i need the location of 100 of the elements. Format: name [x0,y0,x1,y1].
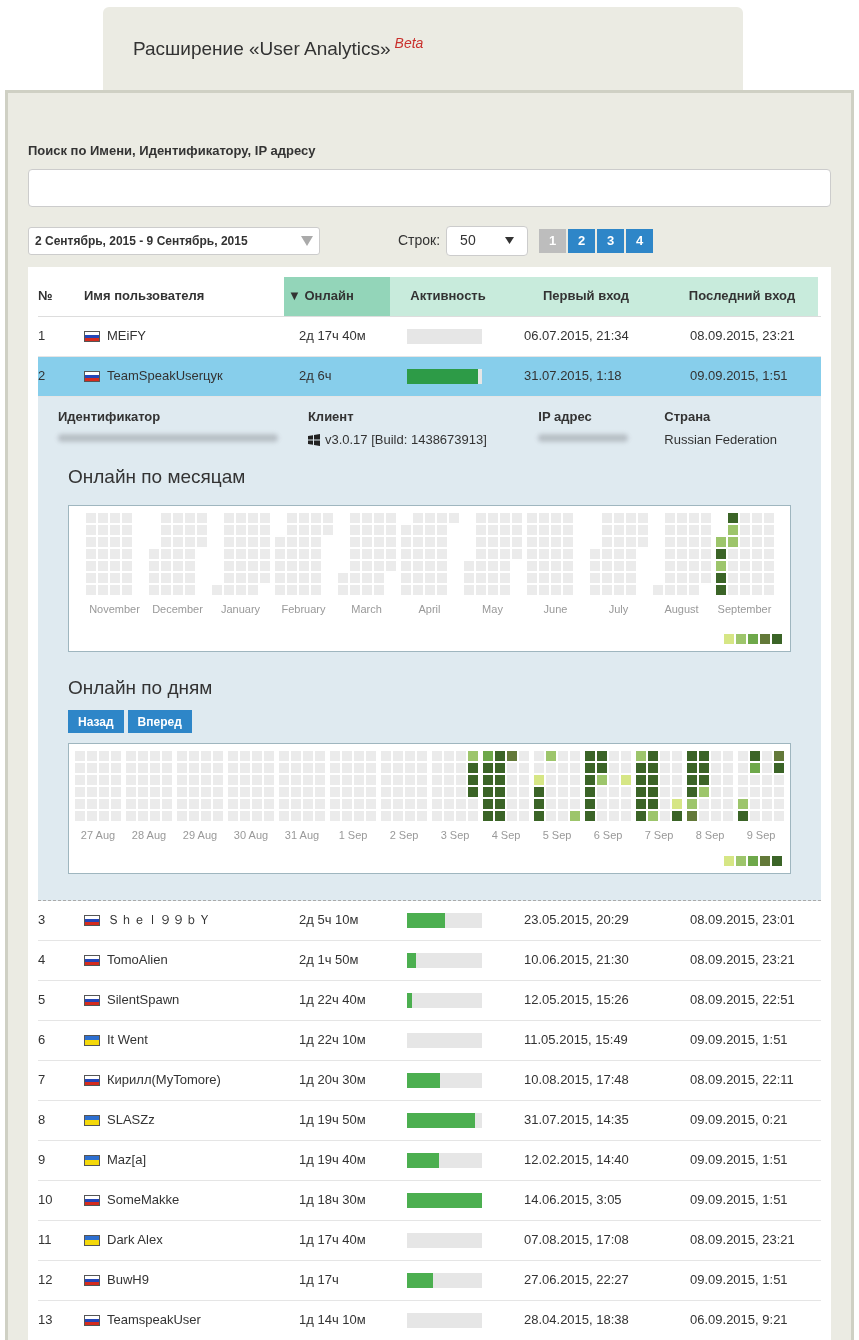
column-header[interactable]: Активность [390,276,506,316]
month-label: August [664,602,699,617]
russia-flag-icon [84,994,100,1006]
row-number: 12 [38,1271,54,1290]
row-number: 9 [38,1151,47,1170]
client-version: v3.0.17 [Build: 1438673913] [324,431,487,449]
first-login: 28.04.2015, 18:38 [523,1311,630,1330]
user-name: TeamSpeakUserцук [107,367,223,386]
column-header[interactable]: Последний вход [666,276,818,316]
online-time: 2д 6ч [298,367,333,386]
russia-flag-icon [84,1074,100,1086]
user-name: BuwH9 [107,1271,149,1290]
forward-button[interactable]: Вперед [127,710,192,733]
day-heatmap-drawing [687,751,733,821]
row-number: 1 [38,327,47,346]
day-label: 5 Sep [542,828,572,843]
field-label: Страна [664,407,712,426]
user-name: TomoAlien [107,951,168,970]
day-heatmap-drawing [483,751,529,821]
day-label: 1 Sep [338,828,368,843]
first-login: 27.06.2015, 22:27 [523,1271,630,1290]
row-number: 8 [38,1111,47,1130]
last-login: 09.09.2015, 1:51 [689,1031,789,1050]
russia-flag-icon [84,954,100,966]
rows-select[interactable]: 50 [446,225,529,256]
row-number: 4 [38,951,47,970]
month-label: May [482,602,503,617]
search-label: Поиск по Имени, Идентификатору, IP адресу [28,142,317,160]
chart-title: Онлайн по месяцам [68,464,247,489]
online-time: 1д 14ч 10м [298,1311,367,1330]
online-time: 1д 17ч 40м [298,1231,367,1250]
legend-drawing [724,855,782,866]
last-login: 08.09.2015, 23:21 [689,1231,796,1250]
last-login: 08.09.2015, 22:11 [689,1071,795,1090]
first-login: 10.06.2015, 21:30 [523,951,630,970]
day-label: 4 Sep [491,828,521,843]
online-time: 1д 20ч 30м [298,1071,367,1090]
first-login: 14.06.2015, 3:05 [523,1191,623,1210]
online-time: 1д 22ч 10м [298,1031,367,1050]
day-label: 28 Aug [131,828,167,843]
user-name: It Went [107,1031,148,1050]
day-label: 6 Sep [593,828,623,843]
last-login: 09.09.2015, 1:51 [689,1191,789,1210]
online-time: 1д 17ч [298,1271,340,1290]
table-row[interactable]: 2 TeamSpeakUserцук 2д 6ч 31.07.2015, 1:18 09.09.2015, 1:51 [38,356,821,397]
user-name: Кирилл(MyTomore) [107,1071,221,1090]
month-label: July [608,602,629,617]
day-label: 8 Sep [695,828,725,843]
user-name: MEiFY [107,327,146,346]
day-label: 31 Aug [284,828,320,843]
online-time: 2д 5ч 10м [298,911,360,930]
russia-flag-icon [84,1314,100,1326]
legend-drawing [724,633,782,644]
column-header[interactable]: Имя пользователя [84,276,284,316]
first-login: 31.07.2015, 1:18 [523,367,623,386]
column-header[interactable]: ▼ Онлайн [284,276,390,316]
windows-logo-icon [307,433,320,446]
row-number: 7 [38,1071,47,1090]
last-login: 08.09.2015, 22:51 [689,991,796,1010]
chart-title: Онлайн по дням [68,675,214,700]
row-number: 10 [38,1191,54,1210]
day-label: 3 Sep [440,828,470,843]
day-heatmap-drawing [585,751,631,821]
column-header[interactable]: Первый вход [506,276,666,316]
month-label: September [717,602,772,617]
user-name: SilentSpawn [107,991,180,1010]
rows-label: Строк: [398,231,441,250]
last-login: 09.09.2015, 1:51 [689,1151,789,1170]
page-button[interactable]: 4 [626,228,654,253]
last-login: 09.09.2015, 1:51 [689,1271,789,1290]
month-label: November [89,602,140,617]
page-title: Расширение «User Analytics» [133,38,391,59]
first-login: 06.07.2015, 21:34 [523,327,630,346]
ukraine-flag-icon [84,1154,100,1166]
day-label: 30 Aug [233,828,269,843]
back-button[interactable]: Назад [68,710,124,733]
russia-flag-icon [84,370,100,382]
russia-flag-icon [84,1274,100,1286]
ukraine-flag-icon [84,1114,100,1126]
column-header[interactable]: № [38,276,84,316]
online-time: 1д 19ч 50м [298,1111,367,1130]
ukraine-flag-icon [84,1034,100,1046]
row-number: 13 [38,1311,54,1330]
day-label: 2 Sep [389,828,419,843]
search-field[interactable] [28,168,831,207]
online-time: 1д 22ч 40м [298,991,367,1010]
day-heatmap-drawing [636,751,682,821]
russia-flag-icon [84,330,100,342]
date-range-picker[interactable]: 2 Сентябрь, 2015 - 9 Сентябрь, 2015 [28,226,320,255]
russia-flag-icon [84,914,100,926]
field-label: Идентификатор [58,407,162,426]
online-time: 1д 18ч 30м [298,1191,367,1210]
first-login: 12.02.2015, 14:40 [523,1151,630,1170]
day-label: 7 Sep [644,828,674,843]
field-label: IP адрес [538,407,593,426]
caret-icon [505,237,515,244]
page-button[interactable]: 2 [568,228,596,253]
page-button[interactable]: 3 [597,228,625,253]
month-label: February [281,602,326,617]
last-login: 06.09.2015, 9:21 [689,1311,789,1330]
